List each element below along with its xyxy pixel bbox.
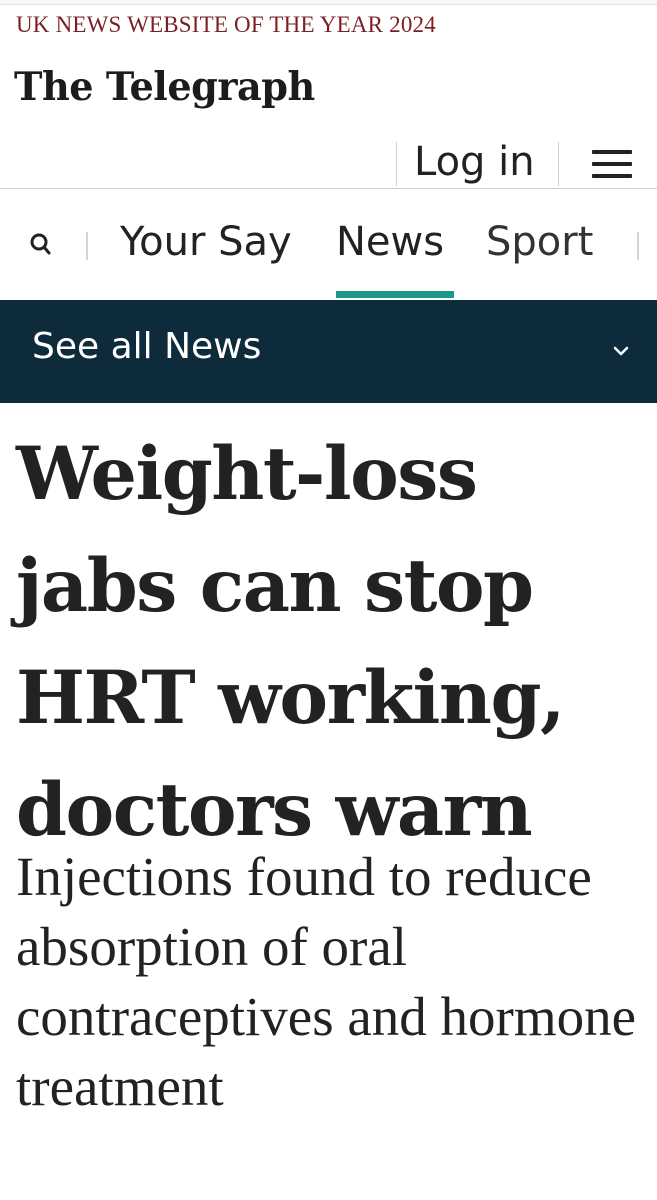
- primary-nav: Your Say News Sport: [0, 190, 657, 300]
- menu-line: [592, 174, 632, 178]
- active-tab-indicator: [336, 291, 454, 298]
- award-banner: UK NEWS WEBSITE OF THE YEAR 2024: [16, 12, 436, 37]
- nav-item-news[interactable]: News: [336, 216, 444, 268]
- section-bar-label: See all News: [32, 326, 262, 367]
- hamburger-menu-icon[interactable]: [586, 146, 636, 182]
- divider: [396, 142, 397, 186]
- menu-line: [592, 162, 632, 166]
- telegraph-logo[interactable]: The Telegraph: [14, 64, 315, 110]
- article-standfirst: Injections found to reduce absorption of…: [16, 846, 637, 1117]
- divider: [558, 142, 559, 186]
- search-icon[interactable]: [24, 228, 58, 262]
- nav-divider: [637, 232, 639, 260]
- nav-divider: [86, 232, 88, 260]
- top-divider: [0, 0, 657, 5]
- chevron-down-icon: [608, 338, 634, 364]
- nav-item-your-say[interactable]: Your Say: [120, 216, 292, 268]
- nav-item-sport[interactable]: Sport: [486, 216, 593, 268]
- article-headline: Weight-loss jabs can stop HRT working, d…: [16, 431, 565, 853]
- see-all-news-dropdown[interactable]: See all News: [0, 300, 657, 403]
- menu-line: [592, 150, 632, 154]
- login-button[interactable]: Log in: [414, 138, 535, 186]
- account-bar: Log in: [0, 138, 657, 189]
